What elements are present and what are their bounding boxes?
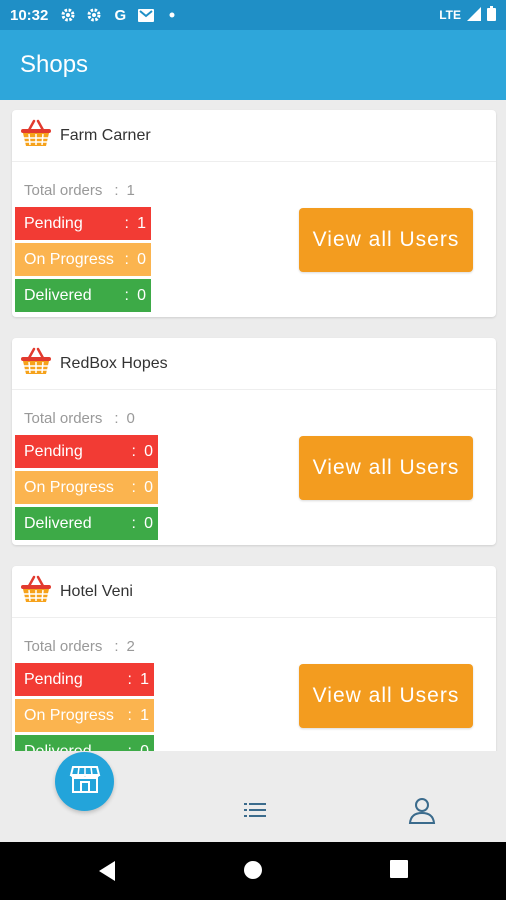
- shop-name: RedBox Hopes: [60, 354, 168, 372]
- signal-icon: [467, 6, 481, 24]
- pending-value: 1: [140, 670, 149, 688]
- shop-card-header: RedBox Hopes: [12, 338, 496, 390]
- colon: :: [127, 742, 132, 752]
- view-all-users-button[interactable]: View all Users: [299, 208, 473, 272]
- colon: :: [131, 514, 136, 532]
- colon: :: [114, 410, 119, 427]
- settings-icon: [84, 5, 104, 25]
- gmail-icon: [136, 5, 156, 25]
- total-orders-value: 1: [126, 182, 135, 199]
- pending-value: 0: [144, 442, 153, 460]
- colon: :: [114, 638, 119, 655]
- colon: :: [124, 250, 129, 268]
- on-progress-value: 0: [144, 478, 153, 496]
- status-bar: 10:32 G LTE: [0, 0, 506, 30]
- home-icon[interactable]: [243, 860, 265, 882]
- shop-card-header: Hotel Veni: [12, 566, 496, 618]
- pending-value: 1: [137, 214, 146, 232]
- pending-label: Pending: [24, 214, 83, 232]
- on-progress-value: 0: [137, 250, 146, 268]
- nav-profile-button[interactable]: [407, 797, 437, 827]
- battery-icon: [487, 6, 496, 24]
- shop-card[interactable]: Hotel Veni Total orders:2 Pending:1 On P…: [12, 566, 496, 751]
- colon: :: [124, 286, 129, 304]
- basket-icon: [20, 574, 60, 609]
- total-orders-value: 2: [126, 638, 135, 655]
- pending-label: Pending: [24, 442, 83, 460]
- pending-status: Pending:1: [15, 663, 154, 696]
- total-orders-label: Total orders: [24, 638, 103, 655]
- delivered-label: Delivered: [24, 514, 92, 532]
- colon: :: [114, 182, 119, 199]
- total-orders: Total orders:2: [24, 638, 135, 655]
- shop-card[interactable]: RedBox Hopes Total orders:0 Pending:0 On…: [12, 338, 496, 545]
- recents-icon[interactable]: [390, 860, 412, 882]
- nav-list-button[interactable]: [240, 797, 270, 827]
- shop-card-header: Farm Carner: [12, 110, 496, 162]
- total-orders: Total orders:1: [24, 182, 135, 199]
- delivered-value: 0: [144, 514, 153, 532]
- shop-icon: [69, 763, 101, 800]
- delivered-status: Delivered:0: [15, 735, 154, 751]
- profile-icon: [408, 796, 436, 829]
- delivered-value: 0: [140, 742, 149, 752]
- settings-icon: [58, 5, 78, 25]
- shop-name: Farm Carner: [60, 126, 151, 144]
- total-orders-value: 0: [126, 410, 135, 427]
- delivered-label: Delivered: [24, 742, 92, 752]
- colon: :: [127, 670, 132, 688]
- google-icon: G: [114, 6, 127, 24]
- on-progress-status: On Progress:0: [15, 471, 158, 504]
- colon: :: [131, 478, 136, 496]
- pending-label: Pending: [24, 670, 83, 688]
- on-progress-value: 1: [140, 706, 149, 724]
- on-progress-status: On Progress:0: [15, 243, 151, 276]
- total-orders-label: Total orders: [24, 182, 103, 199]
- network-label: LTE: [439, 8, 461, 22]
- total-orders-label: Total orders: [24, 410, 103, 427]
- shop-card[interactable]: Farm Carner Total orders:1 Pending:1 On …: [12, 110, 496, 317]
- delivered-status: Delivered:0: [15, 279, 151, 312]
- nav-shop-button[interactable]: [55, 752, 114, 811]
- total-orders: Total orders:0: [24, 410, 135, 427]
- status-time: 10:32: [10, 6, 49, 24]
- delivered-value: 0: [137, 286, 146, 304]
- shop-list[interactable]: Farm Carner Total orders:1 Pending:1 On …: [0, 100, 506, 751]
- colon: :: [131, 442, 136, 460]
- app-bar: Shops: [0, 30, 506, 100]
- on-progress-label: On Progress: [24, 478, 114, 496]
- pending-status: Pending:1: [15, 207, 151, 240]
- bottom-navigation: [0, 752, 506, 842]
- basket-icon: [20, 118, 60, 153]
- delivered-label: Delivered: [24, 286, 92, 304]
- view-all-users-button[interactable]: View all Users: [299, 436, 473, 500]
- dot-icon: [162, 5, 182, 25]
- on-progress-label: On Progress: [24, 706, 114, 724]
- page-title: Shops: [20, 51, 89, 78]
- on-progress-status: On Progress:1: [15, 699, 154, 732]
- basket-icon: [20, 346, 60, 381]
- shop-name: Hotel Veni: [60, 582, 133, 600]
- colon: :: [127, 706, 132, 724]
- back-icon[interactable]: [97, 860, 119, 882]
- delivered-status: Delivered:0: [15, 507, 158, 540]
- colon: :: [124, 214, 129, 232]
- on-progress-label: On Progress: [24, 250, 114, 268]
- system-navigation-bar: [0, 842, 506, 900]
- view-all-users-button[interactable]: View all Users: [299, 664, 473, 728]
- pending-status: Pending:0: [15, 435, 158, 468]
- list-icon: [244, 802, 266, 823]
